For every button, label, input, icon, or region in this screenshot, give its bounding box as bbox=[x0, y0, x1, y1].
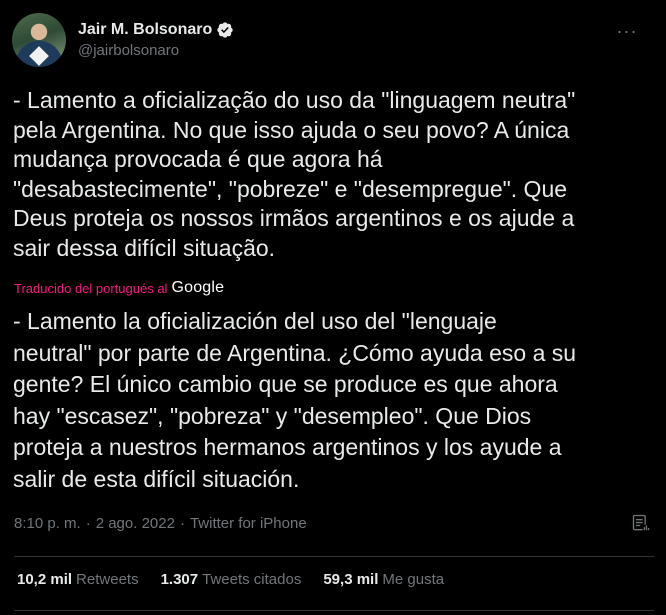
stat-value: 10,2 mil bbox=[17, 571, 73, 588]
tweet-detail: Jair M. Bolsonaro @jairbolsonaro ··· - L… bbox=[0, 0, 666, 615]
verified-badge-icon bbox=[216, 21, 234, 39]
meta-separator: · bbox=[179, 514, 185, 532]
google-logo: Google bbox=[171, 279, 225, 296]
avatar[interactable] bbox=[12, 13, 66, 67]
divider bbox=[14, 556, 654, 557]
translation-attribution: Traducido del portugués al Google bbox=[14, 279, 224, 297]
avatar-collar bbox=[29, 46, 49, 66]
analytics-icon[interactable] bbox=[630, 512, 652, 534]
translation-label[interactable]: Traducido del portugués al bbox=[14, 281, 167, 296]
stat-quote-tweets[interactable]: 1.307 Tweets citados bbox=[161, 571, 302, 588]
stat-value: 1.307 bbox=[160, 571, 199, 588]
author-handle[interactable]: @jairbolsonaro bbox=[78, 42, 234, 59]
tweet-text: - Lamento a oficialização do uso da "lin… bbox=[13, 87, 576, 261]
meta-separator: · bbox=[85, 514, 91, 532]
engagement-stats: 10,2 mil Retweets 1.307 Tweets citados 5… bbox=[17, 571, 466, 588]
tweet-date[interactable]: 2 ago. 2022 bbox=[96, 515, 175, 532]
author-names: Jair M. Bolsonaro @jairbolsonaro bbox=[78, 21, 234, 59]
tweet-metadata: 8:10 p. m. · 2 ago. 2022 · Twitter for i… bbox=[14, 512, 654, 534]
stat-likes[interactable]: 59,3 mil Me gusta bbox=[323, 571, 444, 588]
tweet-source[interactable]: Twitter for iPhone bbox=[190, 515, 307, 532]
stat-retweets[interactable]: 10,2 mil Retweets bbox=[17, 571, 139, 588]
tweet-time[interactable]: 8:10 p. m. bbox=[14, 515, 81, 532]
stat-label: Me gusta bbox=[382, 571, 445, 588]
translated-text: - Lamento la oficialización del uso del … bbox=[13, 308, 577, 492]
author-display-name[interactable]: Jair M. Bolsonaro bbox=[78, 21, 212, 39]
divider bbox=[14, 610, 654, 611]
stat-label: Tweets citados bbox=[202, 571, 302, 588]
name-row: Jair M. Bolsonaro bbox=[78, 21, 234, 39]
stat-label: Retweets bbox=[76, 571, 139, 588]
more-options-button[interactable]: ··· bbox=[612, 16, 642, 46]
stat-value: 59,3 mil bbox=[323, 571, 379, 588]
tweet-header: Jair M. Bolsonaro @jairbolsonaro ··· bbox=[12, 12, 654, 68]
